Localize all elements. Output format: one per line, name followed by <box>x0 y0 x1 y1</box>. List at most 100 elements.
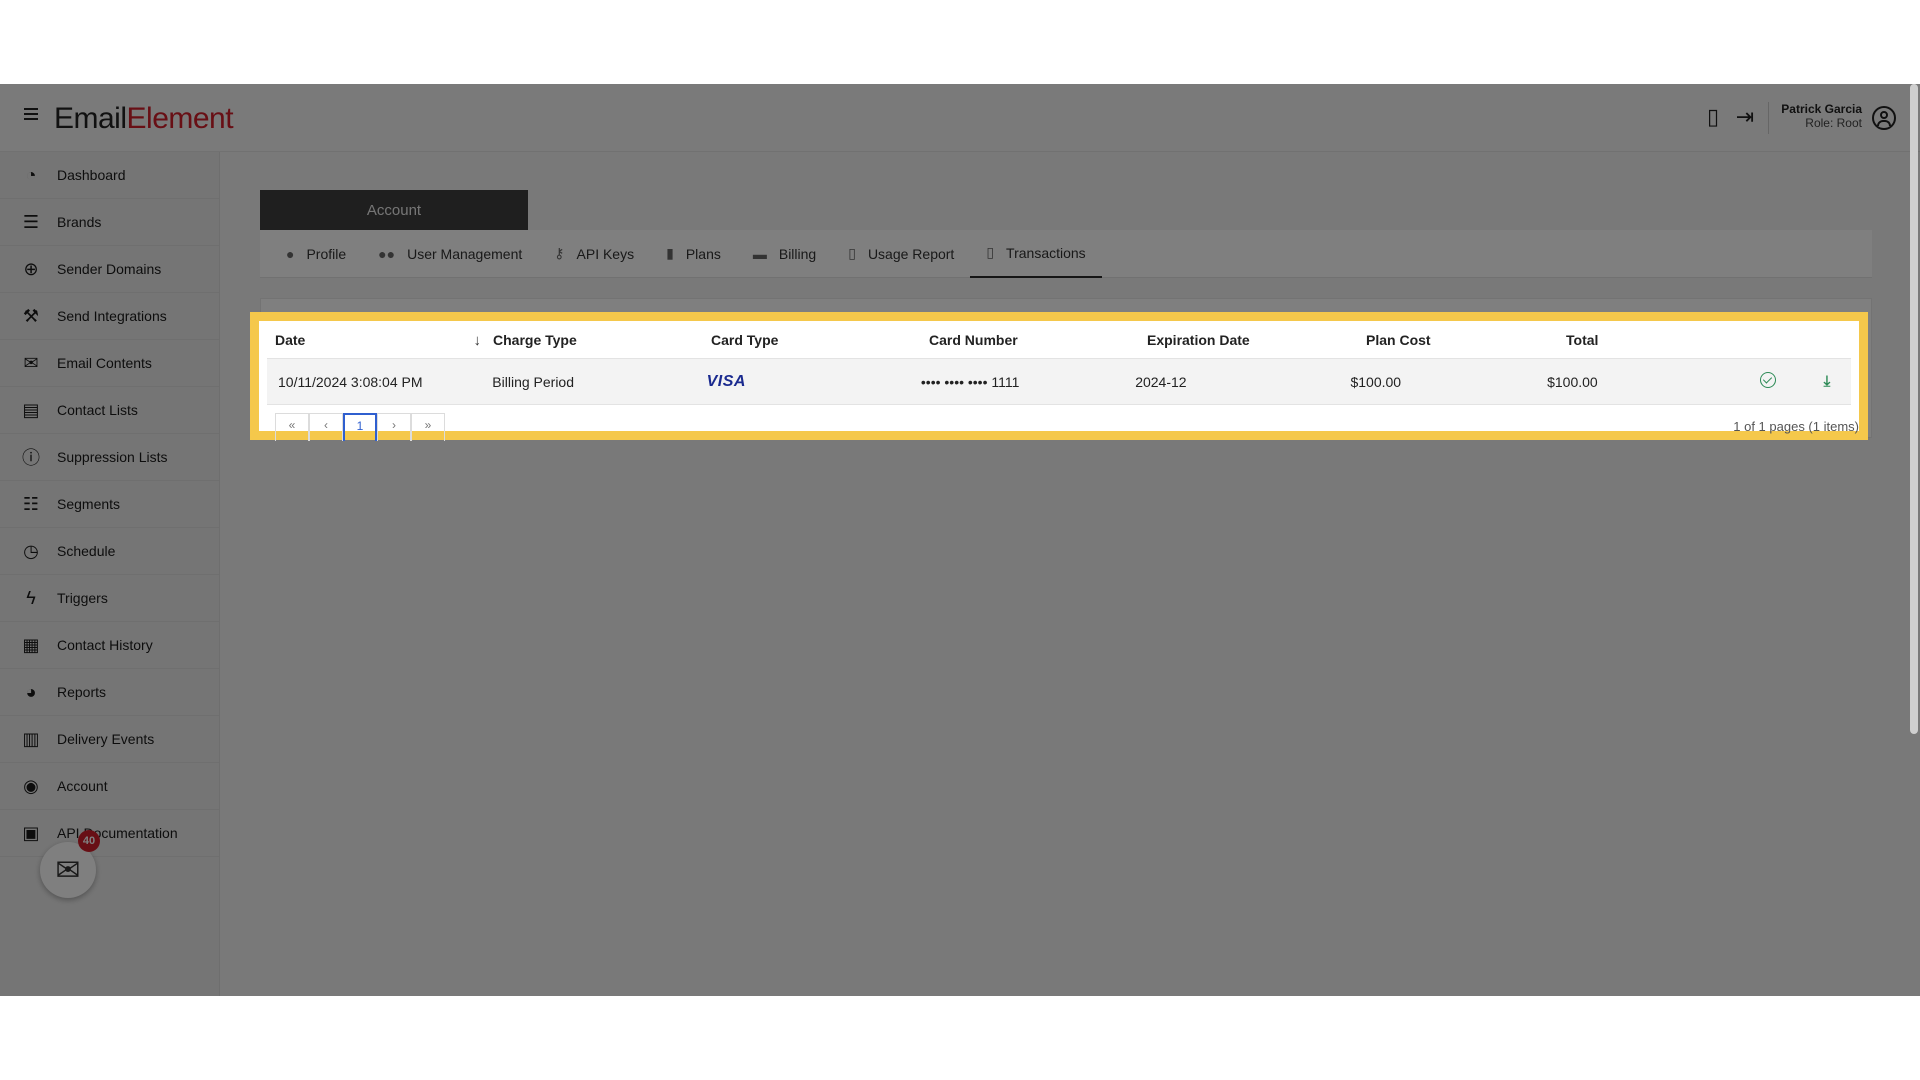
sort-descending-icon[interactable]: ↓ <box>474 332 482 349</box>
grid-pager: « ‹ 1 › » 1 of 1 pages (1 items) <box>275 405 1859 441</box>
tab-label: Usage Report <box>867 245 955 262</box>
mobile-device-icon[interactable]: ▯ <box>1702 104 1724 130</box>
pager-last-button[interactable]: » <box>411 413 445 441</box>
sidebar-item-label: Schedule <box>57 543 116 559</box>
sidebar-item-label: Contact Lists <box>57 402 138 418</box>
user-info[interactable]: Patrick Garcia Role: Root <box>1781 102 1862 130</box>
tab-usage-report[interactable]: ▯ Usage Report <box>832 230 970 278</box>
logo-text-part3: Element <box>126 102 234 135</box>
cell-charge-type: Billing Period <box>492 373 575 390</box>
pager-page-1-button[interactable]: 1 <box>343 413 377 441</box>
column-header-card-number[interactable]: Card Number <box>921 332 1139 348</box>
mail-icon: ✉ <box>55 853 81 887</box>
cell-status <box>1733 372 1792 391</box>
sidebar-item-label: Segments <box>57 496 121 512</box>
column-header-total[interactable]: Total <box>1558 332 1758 348</box>
column-header-date[interactable]: Date ↓ <box>267 331 485 349</box>
app-window: EmailElement ▯ ⇥ Patrick Garcia Role: Ro… <box>0 84 1920 996</box>
pager-next-button[interactable]: › <box>377 413 411 441</box>
tab-billing[interactable]: ▬ Billing <box>737 230 832 278</box>
account-section-title: Account <box>260 190 528 230</box>
logo-text-part1: Em <box>54 102 99 135</box>
column-header-label: Date <box>275 331 306 348</box>
sidebar-item-email-contents[interactable]: ✉ Email Contents <box>0 340 219 387</box>
app-logo: EmailElement <box>54 102 234 136</box>
cell-download: ⤓ <box>1792 373 1851 390</box>
sidebar-item-send-integrations[interactable]: ⚒ Send Integrations <box>0 293 219 340</box>
sidebar-item-label: Delivery Events <box>57 731 155 747</box>
sidebar-item-delivery-events[interactable]: ▥ Delivery Events <box>0 716 219 763</box>
mail-notification-badge: 40 <box>78 830 100 852</box>
sidebar-item-label: Triggers <box>57 590 108 606</box>
sidebar-item-label: Send Integrations <box>57 308 167 324</box>
clock-icon: ◷ <box>23 540 39 561</box>
column-header-plan-cost[interactable]: Plan Cost <box>1358 332 1558 348</box>
pager-first-button[interactable]: « <box>275 413 309 441</box>
column-header-expiration-date[interactable]: Expiration Date <box>1139 332 1358 348</box>
sidebar-item-schedule[interactable]: ◷ Schedule <box>0 528 219 575</box>
tab-api-keys[interactable]: ⚷ API Keys <box>538 230 650 278</box>
top-header: EmailElement ▯ ⇥ Patrick Garcia Role: Ro… <box>0 84 1920 152</box>
receipt-icon: ▯ <box>986 244 995 260</box>
logo-text-part2: ail <box>98 102 127 135</box>
person-icon: ● <box>286 245 295 262</box>
sidebar-item-label: Contact History <box>57 637 153 653</box>
cell-card-type: VISA <box>696 373 910 391</box>
download-icon[interactable]: ⤓ <box>1824 373 1831 390</box>
sidebar-item-triggers[interactable]: ϟ Triggers <box>0 575 219 622</box>
header-divider <box>1768 102 1769 134</box>
sidebar-item-contact-lists[interactable]: ▤ Contact Lists <box>0 387 219 434</box>
tab-label: Transactions <box>1006 244 1086 261</box>
cell-plan-cost: $100.00 <box>1350 373 1402 390</box>
tab-transactions[interactable]: ▯ Transactions <box>970 230 1102 278</box>
highlighted-transactions-grid: Date ↓ Charge Type Card Type Card Number … <box>250 312 1868 441</box>
transactions-grid: Date ↓ Charge Type Card Type Card Number … <box>267 321 1859 441</box>
table-row[interactable]: 10/11/2024 3:08:04 PM Billing Period VIS… <box>267 359 1851 405</box>
tab-label: Profile <box>306 245 347 262</box>
sidebar-item-label: Brands <box>57 214 102 230</box>
column-header-charge-type[interactable]: Charge Type <box>485 332 703 348</box>
cell-card-number: •••• •••• •••• 1111 <box>920 373 1020 390</box>
tab-profile[interactable]: ● Profile <box>270 230 362 278</box>
page-scrollbar[interactable] <box>1910 84 1918 734</box>
card-icon: ▬ <box>752 245 767 262</box>
pager-prev-button[interactable]: ‹ <box>309 413 343 441</box>
tab-label: Plans <box>685 245 721 262</box>
tab-user-management[interactable]: ●● User Management <box>362 230 538 278</box>
sidebar-item-label: API Documentation <box>57 825 178 841</box>
tab-label: User Management <box>407 245 523 262</box>
globe-icon: ⊕ <box>23 258 39 279</box>
wrench-icon: ⚒ <box>22 305 40 326</box>
sidebar-item-label: Email Contents <box>57 355 152 371</box>
cell-expiration-date: 2024-12 <box>1135 373 1187 390</box>
user-avatar-icon[interactable] <box>1872 106 1896 130</box>
sidebar-item-contact-history[interactable]: ▦ Contact History <box>0 622 219 669</box>
sidebar-item-suppression-lists[interactable]: ⓘ Suppression Lists <box>0 434 219 481</box>
document-icon: ▣ <box>22 822 40 843</box>
envelope-icon: ✉ <box>23 352 39 373</box>
pie-chart-icon: ◕ <box>25 681 37 702</box>
sidebar-item-reports[interactable]: ◕ Reports <box>0 669 219 716</box>
users-icon: ●● <box>378 245 396 262</box>
sidebar-item-api-documentation[interactable]: ▣ API Documentation <box>0 810 219 857</box>
sidebar-item-dashboard[interactable]: ◔ Dashboard <box>0 152 219 199</box>
book-icon: ▤ <box>22 399 40 420</box>
clipboard-icon: ▦ <box>22 634 40 655</box>
user-circle-icon: ◉ <box>23 775 39 796</box>
column-header-card-type[interactable]: Card Type <box>703 332 921 348</box>
tab-label: Billing <box>778 245 817 262</box>
exit-icon[interactable]: ⇥ <box>1734 104 1756 130</box>
sidebar-item-label: Suppression Lists <box>57 449 168 465</box>
sidebar-item-brands[interactable]: ☰ Brands <box>0 199 219 246</box>
sidebar-item-segments[interactable]: ☷ Segments <box>0 481 219 528</box>
brands-icon: ☰ <box>22 211 40 232</box>
hamburger-menu-icon[interactable] <box>24 108 38 122</box>
bar-chart-icon: ▥ <box>22 728 40 749</box>
sidebar-item-account[interactable]: ◉ Account <box>0 763 219 810</box>
tab-plans[interactable]: ▮ Plans <box>650 230 737 278</box>
dashboard-icon: ◔ <box>25 164 37 185</box>
user-role: Role: Root <box>1805 116 1862 130</box>
user-name: Patrick Garcia <box>1781 102 1862 116</box>
sidebar-item-sender-domains[interactable]: ⊕ Sender Domains <box>0 246 219 293</box>
tab-label: API Keys <box>576 245 635 262</box>
